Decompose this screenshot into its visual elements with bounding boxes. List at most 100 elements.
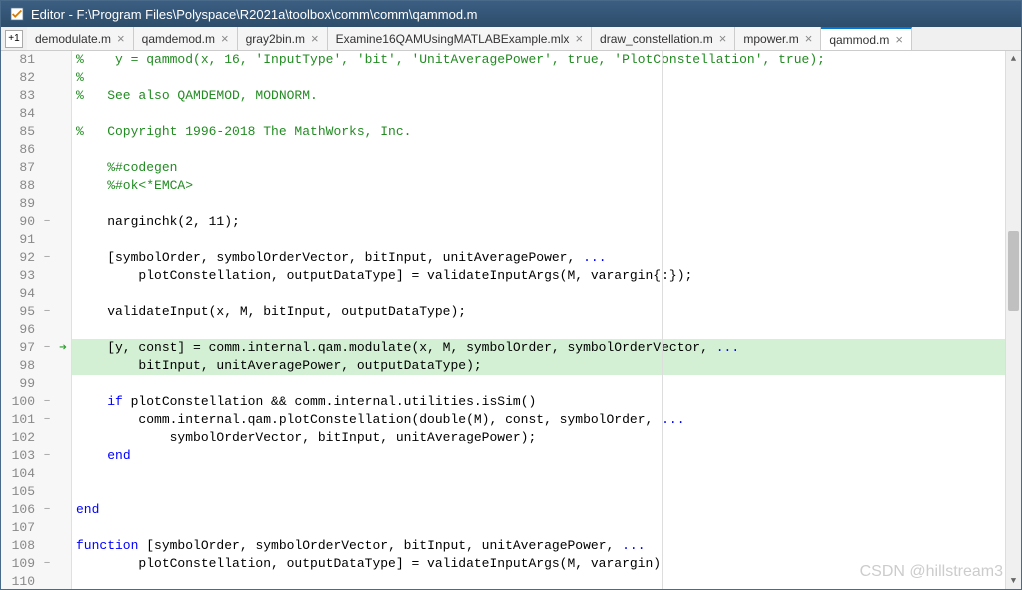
code-line[interactable]: narginchk(2, 11); xyxy=(72,213,1005,231)
code-line[interactable]: %#codegen xyxy=(72,159,1005,177)
tab-close-icon[interactable]: × xyxy=(719,31,727,46)
code-line[interactable] xyxy=(72,195,1005,213)
code-line[interactable]: %#ok<*EMCA> xyxy=(72,177,1005,195)
line-number[interactable]: 99 xyxy=(1,375,39,393)
gutter-row: 94 xyxy=(1,285,71,303)
tab-qamdemod-m[interactable]: qamdemod.m× xyxy=(134,27,238,50)
tab-Examine16QAMUsingMATLABExample-mlx[interactable]: Examine16QAMUsingMATLABExample.mlx× xyxy=(328,27,592,50)
line-number[interactable]: 92 xyxy=(1,249,39,267)
code-line[interactable] xyxy=(72,105,1005,123)
tab-qammod-m[interactable]: qammod.m × xyxy=(821,27,912,50)
gutter-row: 96 xyxy=(1,321,71,339)
line-number[interactable]: 94 xyxy=(1,285,39,303)
tab-close-icon[interactable]: × xyxy=(895,32,903,47)
line-number[interactable]: 107 xyxy=(1,519,39,537)
line-number[interactable]: 109 xyxy=(1,555,39,573)
tab-close-icon[interactable]: × xyxy=(117,31,125,46)
tab-draw_constellation-m[interactable]: draw_constellation.m× xyxy=(592,27,735,50)
fold-marker[interactable]: − xyxy=(39,411,55,429)
gutter-row: 103− xyxy=(1,447,71,465)
line-number[interactable]: 89 xyxy=(1,195,39,213)
code-line[interactable]: plotConstellation, outputDataType] = val… xyxy=(72,267,1005,285)
code-line[interactable]: [y, const] = comm.internal.qam.modulate(… xyxy=(72,339,1005,357)
code-line[interactable] xyxy=(72,465,1005,483)
gutter-row: 107 xyxy=(1,519,71,537)
split-line xyxy=(662,51,663,589)
code-line[interactable]: if plotConstellation && comm.internal.ut… xyxy=(72,393,1005,411)
code-line[interactable] xyxy=(72,321,1005,339)
line-number[interactable]: 105 xyxy=(1,483,39,501)
line-number[interactable]: 104 xyxy=(1,465,39,483)
code-line[interactable]: function [symbolOrder, symbolOrderVector… xyxy=(72,537,1005,555)
tab-close-icon[interactable]: × xyxy=(805,31,813,46)
line-number[interactable]: 93 xyxy=(1,267,39,285)
line-number[interactable]: 81 xyxy=(1,51,39,69)
fold-marker[interactable]: − xyxy=(39,447,55,465)
line-number[interactable]: 102 xyxy=(1,429,39,447)
tab-close-icon[interactable]: × xyxy=(575,31,583,46)
line-number[interactable]: 95 xyxy=(1,303,39,321)
code-line[interactable] xyxy=(72,285,1005,303)
code-line[interactable]: % y = qammod(x, 16, 'InputType', 'bit', … xyxy=(72,51,1005,69)
fold-marker[interactable]: − xyxy=(39,555,55,573)
line-number[interactable]: 88 xyxy=(1,177,39,195)
code-line[interactable]: [symbolOrder, symbolOrderVector, bitInpu… xyxy=(72,249,1005,267)
line-number[interactable]: 83 xyxy=(1,87,39,105)
line-number[interactable]: 96 xyxy=(1,321,39,339)
line-number[interactable]: 108 xyxy=(1,537,39,555)
line-number[interactable]: 84 xyxy=(1,105,39,123)
code-line[interactable]: % Copyright 1996-2018 The MathWorks, Inc… xyxy=(72,123,1005,141)
code-line[interactable]: bitInput, unitAveragePower, outputDataTy… xyxy=(72,357,1005,375)
scroll-up-arrow[interactable]: ▲ xyxy=(1006,51,1021,67)
tabs-bar: +1 demodulate.m×qamdemod.m×gray2bin.m×Ex… xyxy=(1,27,1021,51)
tab-close-icon[interactable]: × xyxy=(221,31,229,46)
line-number[interactable]: 106 xyxy=(1,501,39,519)
scroll-down-arrow[interactable]: ▼ xyxy=(1006,573,1021,589)
vertical-scrollbar[interactable]: ▲ ▼ xyxy=(1005,51,1021,589)
line-number[interactable]: 86 xyxy=(1,141,39,159)
tab-label: gray2bin.m xyxy=(246,32,305,46)
tab-gray2bin-m[interactable]: gray2bin.m × xyxy=(238,27,328,50)
code-line[interactable]: validateInput(x, M, bitInput, outputData… xyxy=(72,303,1005,321)
fold-marker[interactable]: − xyxy=(39,213,55,231)
code-line[interactable]: plotConstellation, outputDataType] = val… xyxy=(72,555,1005,573)
line-number[interactable]: 100 xyxy=(1,393,39,411)
line-number[interactable]: 87 xyxy=(1,159,39,177)
gutter-row: 97−➔ xyxy=(1,339,71,357)
fold-marker[interactable]: − xyxy=(39,303,55,321)
code-line[interactable] xyxy=(72,141,1005,159)
code-line[interactable]: comm.internal.qam.plotConstellation(doub… xyxy=(72,411,1005,429)
code-line[interactable] xyxy=(72,519,1005,537)
gutter-row: 81 xyxy=(1,51,71,69)
code-line[interactable]: end xyxy=(72,501,1005,519)
line-number[interactable]: 82 xyxy=(1,69,39,87)
code-line[interactable]: symbolOrderVector, bitInput, unitAverage… xyxy=(72,429,1005,447)
line-number[interactable]: 98 xyxy=(1,357,39,375)
tab-label: qammod.m xyxy=(829,33,889,47)
code-area[interactable]: % y = qammod(x, 16, 'InputType', 'bit', … xyxy=(72,51,1005,589)
tab-close-icon[interactable]: × xyxy=(311,31,319,46)
code-line[interactable]: end xyxy=(72,447,1005,465)
line-number[interactable]: 101 xyxy=(1,411,39,429)
tab-mpower-m[interactable]: mpower.m× xyxy=(735,27,821,50)
line-number[interactable]: 103 xyxy=(1,447,39,465)
fold-marker[interactable]: − xyxy=(39,393,55,411)
code-line[interactable] xyxy=(72,483,1005,501)
fold-marker[interactable]: − xyxy=(39,501,55,519)
line-number[interactable]: 91 xyxy=(1,231,39,249)
code-line[interactable] xyxy=(72,231,1005,249)
code-line[interactable] xyxy=(72,573,1005,589)
code-line[interactable]: % xyxy=(72,69,1005,87)
line-number[interactable]: 85 xyxy=(1,123,39,141)
tab-demodulate-m[interactable]: demodulate.m× xyxy=(27,27,134,50)
fold-marker[interactable]: − xyxy=(39,339,55,357)
tabs-overflow-button[interactable]: +1 xyxy=(5,30,23,48)
line-number[interactable]: 90 xyxy=(1,213,39,231)
scroll-thumb[interactable] xyxy=(1008,231,1019,311)
fold-marker[interactable]: − xyxy=(39,249,55,267)
line-number[interactable]: 97 xyxy=(1,339,39,357)
gutter-row: 90− xyxy=(1,213,71,231)
code-line[interactable] xyxy=(72,375,1005,393)
code-line[interactable]: % See also QAMDEMOD, MODNORM. xyxy=(72,87,1005,105)
line-number[interactable]: 110 xyxy=(1,573,39,589)
